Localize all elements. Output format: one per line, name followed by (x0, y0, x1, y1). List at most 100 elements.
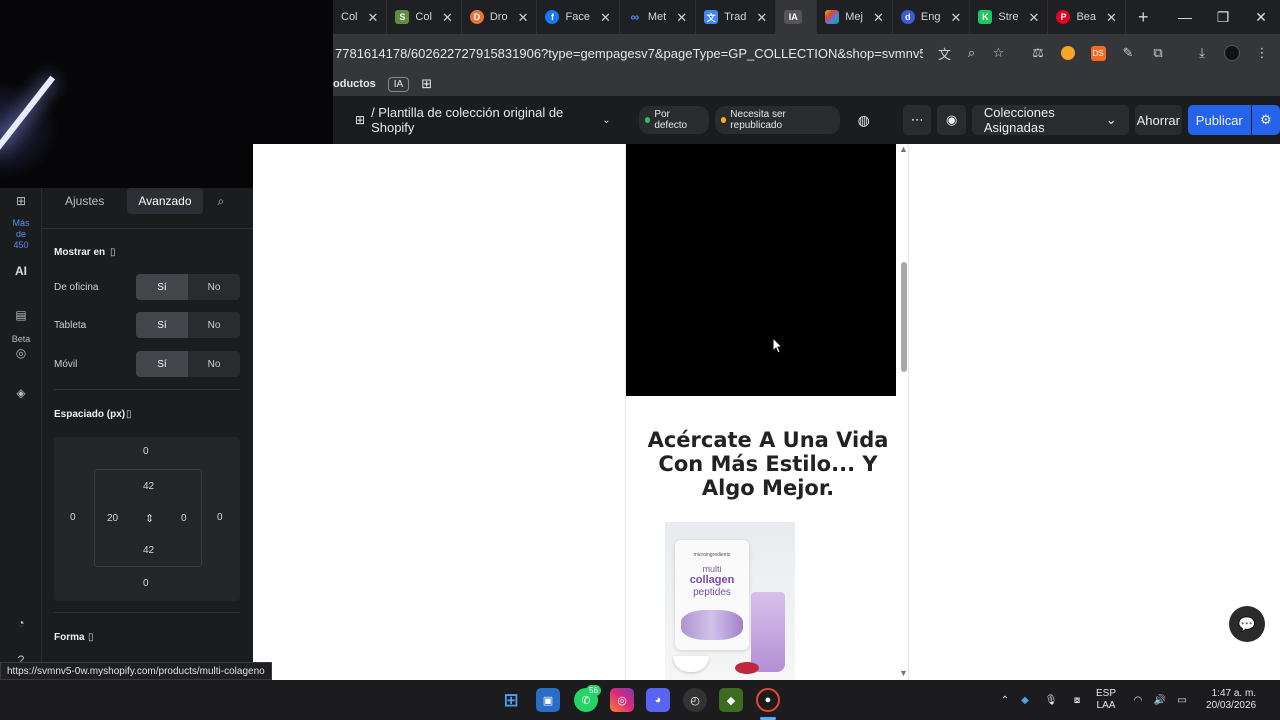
tray-chevron-icon[interactable]: ⌃ (998, 695, 1012, 706)
menu-dots-icon[interactable]: ⋮ (1247, 34, 1277, 72)
editor-canvas: Acércate A Una Vida Con Más Estilo... Y … (253, 144, 1280, 680)
globe-icon[interactable]: ◍ (850, 105, 877, 135)
tab-settings[interactable]: Ajustes (54, 188, 115, 214)
chrome-icon[interactable]: ● (756, 688, 780, 712)
tab-1[interactable]: S Col ✕ (387, 0, 462, 34)
padding-bottom-input[interactable]: 42 (143, 545, 154, 556)
microphone-icon[interactable]: 🎙 (1038, 695, 1064, 706)
desktop-no[interactable]: No (188, 274, 240, 300)
star-icon[interactable]: ☆ (985, 34, 1012, 72)
close-icon[interactable]: ✕ (1029, 11, 1040, 24)
close-icon[interactable]: ✕ (442, 11, 453, 24)
section-heading[interactable]: Acércate A Una Vida Con Más Estilo... Y … (636, 428, 900, 500)
mobile-yes[interactable]: Sí (136, 351, 188, 377)
padding-left-input[interactable]: 20 (107, 513, 118, 524)
publish-button[interactable]: Publicar (1188, 105, 1251, 135)
profile-avatar[interactable] (1217, 34, 1247, 72)
start-icon[interactable]: ⊞ (499, 688, 523, 712)
tray-app-icon[interactable]: ◆ (1012, 695, 1038, 706)
margin-bottom-input[interactable]: 0 (143, 578, 149, 589)
margin-left-input[interactable]: 0 (70, 512, 76, 523)
link-icon[interactable]: ⇕ (145, 512, 154, 525)
publish-settings-icon[interactable]: ⚙ (1251, 105, 1280, 135)
bookmark-ia[interactable]: IA (387, 76, 410, 92)
pages-icon[interactable]: ▤ (12, 308, 30, 322)
layers-icon[interactable]: ◈ (12, 386, 30, 400)
discord-icon[interactable]: ◕ (646, 688, 670, 712)
tab-3[interactable]: f Face ✕ (537, 0, 620, 34)
tab-8[interactable]: d Eng ✕ (893, 0, 971, 34)
template-name: / Plantilla de colección original de Sho… (371, 105, 564, 135)
extension-coin-icon[interactable] (1053, 34, 1083, 72)
clock[interactable]: 1:47 a. m. 20/03/2026 (1206, 688, 1256, 712)
tablet-no[interactable]: No (188, 312, 240, 338)
components-icon[interactable]: ⊞ (12, 194, 30, 208)
canvas-scrollbar[interactable]: ▲ ▼ (898, 144, 910, 680)
language-indicator[interactable]: ESP LAA (1096, 688, 1116, 712)
padding-top-input[interactable]: 42 (143, 481, 154, 492)
new-tab-button[interactable]: + (1138, 7, 1149, 28)
desktop-yes[interactable]: Sí (136, 274, 188, 300)
tab-7[interactable]: Mej ✕ (817, 0, 893, 34)
window-close-icon[interactable]: ✕ (1242, 0, 1280, 34)
camera-icon[interactable]: ⧇ (1064, 695, 1090, 706)
padding-right-input[interactable]: 0 (181, 513, 187, 524)
restore-icon[interactable]: ❐ (1204, 0, 1242, 34)
extension-ds-icon[interactable]: DS (1083, 34, 1113, 72)
battery-icon[interactable]: ▭ (1170, 695, 1194, 706)
tab-9[interactable]: K Stre ✕ (970, 0, 1049, 34)
extension-dropper-icon[interactable]: ✎ (1113, 34, 1143, 72)
tab-6[interactable]: IA (776, 0, 818, 34)
tab-4[interactable]: ∞ Met ✕ (620, 0, 697, 34)
assigned-collections-dropdown[interactable]: Colecciones Asignadas ⌄ (971, 105, 1129, 135)
breadcrumb[interactable]: ⊞ / Plantilla de colección original de S… (355, 105, 611, 135)
ai-icon[interactable]: AI (12, 264, 30, 278)
download-icon[interactable]: ⤓ (1187, 34, 1217, 72)
close-icon[interactable]: ✕ (518, 11, 529, 24)
search-icon[interactable]: ⌕ (207, 188, 236, 215)
more-sections-label[interactable]: Más de 450 (8, 218, 34, 251)
tab-0[interactable]: Col ✕ (333, 0, 388, 34)
tab-5[interactable]: 文 Trad ✕ (696, 0, 777, 34)
translate-icon[interactable]: 文 (931, 34, 958, 72)
instagram-icon[interactable]: ◎ (610, 688, 634, 712)
volume-icon[interactable]: 🔊 (1150, 695, 1170, 706)
tab-advanced[interactable]: Avanzado (127, 188, 203, 214)
product-image[interactable]: microingredients multi collagen peptides (665, 522, 795, 680)
margin-right-input[interactable]: 0 (217, 512, 223, 523)
extensions-puzzle-icon[interactable]: ⧉ (1143, 34, 1173, 72)
speedometer-icon[interactable]: ◴ (683, 688, 707, 712)
close-icon[interactable]: ✕ (676, 11, 687, 24)
chat-bubble-icon[interactable]: 💬 (1229, 606, 1265, 642)
close-icon[interactable]: ✕ (756, 11, 767, 24)
tab-10[interactable]: P Bea ✕ (1048, 0, 1126, 34)
close-icon[interactable]: ✕ (368, 11, 379, 24)
close-icon[interactable]: ✕ (1106, 11, 1117, 24)
extension-scale-icon[interactable]: ⚖ (1023, 34, 1053, 72)
scrollbar-thumb[interactable] (901, 262, 907, 372)
margin-top-input[interactable]: 0 (143, 446, 149, 457)
video-block[interactable] (626, 144, 896, 396)
preview-eye-icon[interactable]: ◉ (937, 105, 966, 135)
speed-icon[interactable]: ◔ (12, 616, 30, 630)
zoom-icon[interactable]: ⌕ (958, 34, 985, 72)
app-icon[interactable]: ◆ (719, 688, 743, 712)
apps-grid-icon[interactable]: ⊞ (421, 76, 432, 92)
wifi-icon[interactable]: ◠ (1126, 695, 1150, 706)
scroll-down-icon[interactable]: ▼ (899, 668, 908, 678)
scroll-up-icon[interactable]: ▲ (899, 144, 908, 154)
mobile-no[interactable]: No (188, 351, 240, 377)
close-icon[interactable]: ✕ (950, 11, 961, 24)
more-options-button[interactable]: ⋯ (903, 105, 932, 135)
close-icon[interactable]: ✕ (873, 11, 884, 24)
minimize-icon[interactable]: — (1166, 0, 1204, 34)
store-icon[interactable]: ▣ (536, 688, 560, 712)
save-button[interactable]: Ahorrar (1134, 105, 1182, 135)
tab-2[interactable]: D Dro ✕ (462, 0, 538, 34)
url-field[interactable]: 7781614178/602622727915831906?type=gempa… (333, 46, 923, 61)
chevron-down-icon: ⌄ (1105, 112, 1117, 127)
beta-feature-icon[interactable]: ◎ (12, 346, 30, 360)
tablet-yes[interactable]: Sí (136, 312, 188, 338)
close-icon[interactable]: ✕ (600, 11, 611, 24)
bookmark-productos[interactable]: oductos (333, 78, 376, 90)
